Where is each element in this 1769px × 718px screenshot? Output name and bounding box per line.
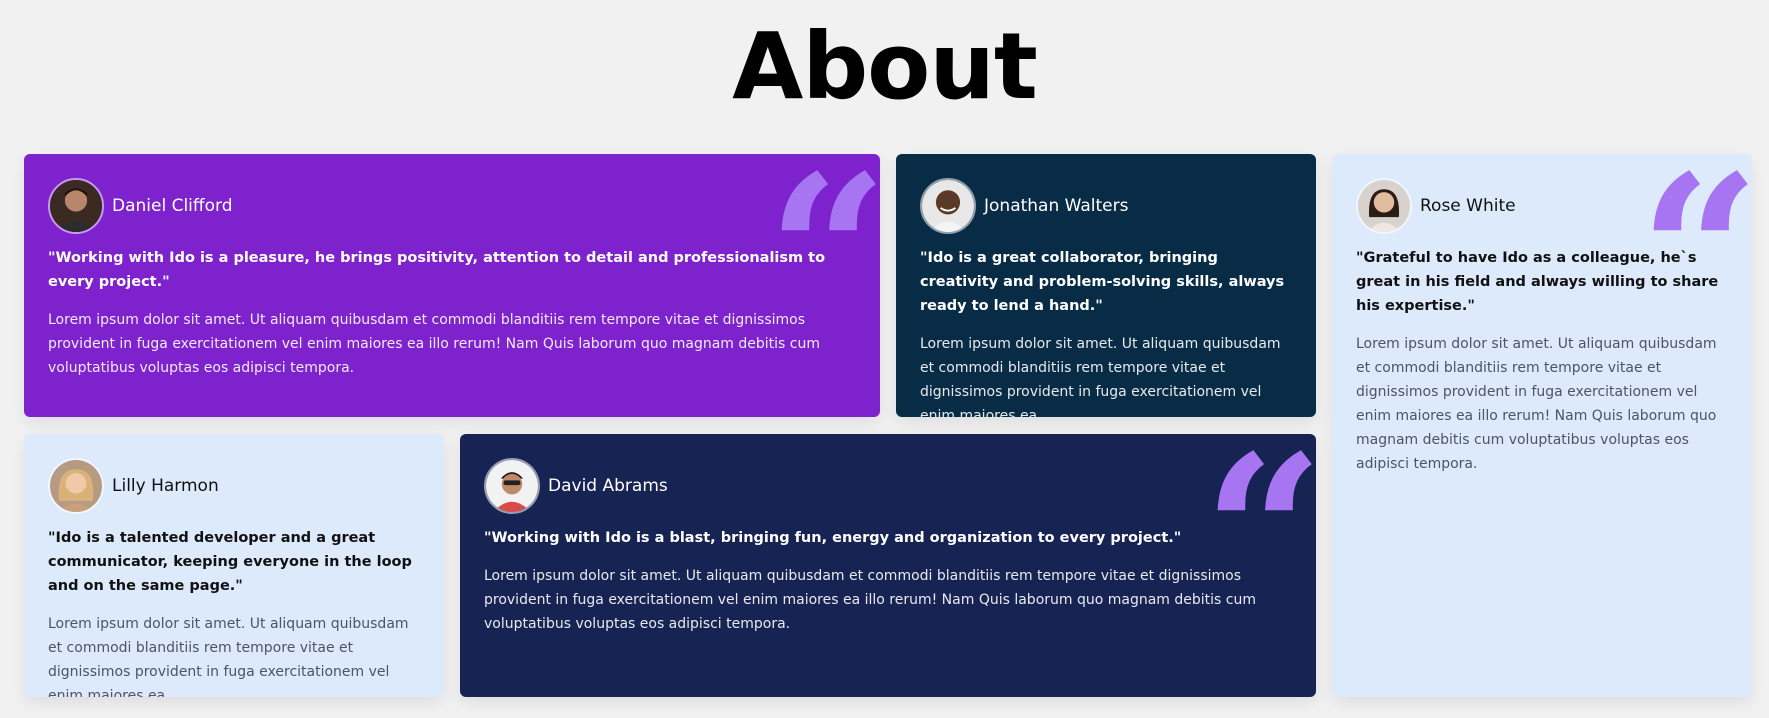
person-header: Daniel Clifford xyxy=(48,178,856,234)
person-header: David Abrams xyxy=(484,458,1292,514)
person-header: Jonathan Walters xyxy=(920,178,1292,234)
avatar xyxy=(1356,178,1412,234)
person-name: Jonathan Walters xyxy=(984,196,1129,216)
testimonial-card-rose-white: “ Rose White "Grateful to have Ido as a … xyxy=(1332,154,1752,697)
testimonial-headline: "Working with Ido is a blast, bringing f… xyxy=(484,530,1182,546)
avatar-david-icon xyxy=(486,460,538,512)
avatar xyxy=(48,178,104,234)
avatar-rose-icon xyxy=(1358,180,1410,232)
testimonial-headline: "Ido is a talented developer and a great… xyxy=(48,530,412,594)
testimonial-card-david-abrams: “ David Abrams "Working with Ido is a bl… xyxy=(460,434,1316,697)
testimonial-headline: "Ido is a great collaborator, bringing c… xyxy=(920,250,1285,314)
testimonial-body: Lorem ipsum dolor sit amet. Ut aliquam q… xyxy=(48,616,409,697)
testimonial-headline: "Working with Ido is a pleasure, he brin… xyxy=(48,250,826,290)
avatar xyxy=(920,178,976,234)
avatar-daniel-icon xyxy=(50,180,102,232)
testimonial-card-daniel-clifford: “ Daniel Clifford "Working with Ido is a… xyxy=(24,154,880,417)
avatar xyxy=(484,458,540,514)
person-name: Rose White xyxy=(1420,196,1516,216)
avatar xyxy=(48,458,104,514)
person-header: Rose White xyxy=(1356,178,1728,234)
testimonial-headline: "Grateful to have Ido as a colleague, he… xyxy=(1356,250,1719,314)
testimonial-card-jonathan-walters: Jonathan Walters "Ido is a great collabo… xyxy=(896,154,1316,417)
testimonial-body: Lorem ipsum dolor sit amet. Ut aliquam q… xyxy=(1356,336,1717,472)
person-name: Daniel Clifford xyxy=(112,196,233,216)
testimonial-card-lilly-harmon: Lilly Harmon "Ido is a talented develope… xyxy=(24,434,444,697)
testimonial-body: Lorem ipsum dolor sit amet. Ut aliquam q… xyxy=(484,568,1257,632)
testimonial-body: Lorem ipsum dolor sit amet. Ut aliquam q… xyxy=(920,336,1281,417)
person-header: Lilly Harmon xyxy=(48,458,420,514)
avatar-jonathan-icon xyxy=(922,180,974,232)
person-name: David Abrams xyxy=(548,476,668,496)
page-title: About xyxy=(732,13,1038,120)
testimonial-body: Lorem ipsum dolor sit amet. Ut aliquam q… xyxy=(48,312,821,376)
person-name: Lilly Harmon xyxy=(112,476,219,496)
avatar-lilly-icon xyxy=(50,460,102,512)
